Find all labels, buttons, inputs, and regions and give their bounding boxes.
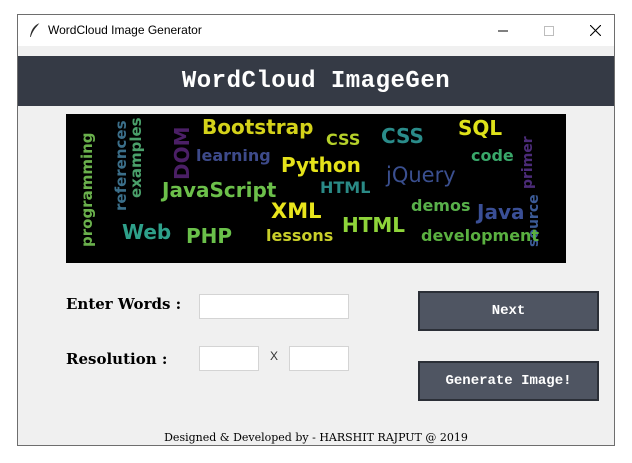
word-python: Python (281, 153, 361, 177)
resolution-height-input[interactable] (289, 346, 349, 371)
maximize-button[interactable] (526, 15, 572, 46)
generate-image-button[interactable]: Generate Image! (418, 361, 599, 401)
wordcloud-preview-image: programming references examples DOM Boot… (66, 114, 566, 263)
close-button[interactable] (572, 15, 614, 46)
word-jquery: jQuery (386, 163, 456, 187)
word-html-small: HTML (320, 178, 371, 197)
word-css-large: CSS (381, 124, 424, 148)
word-html-large: HTML (342, 213, 406, 237)
resolution-label: Resolution : (66, 350, 168, 368)
word-learning: learning (196, 146, 271, 165)
header-banner: WordCloud ImageGen (18, 56, 614, 106)
next-button[interactable]: Next (418, 291, 599, 331)
word-primer: primer (520, 136, 536, 189)
word-bootstrap: Bootstrap (202, 115, 314, 139)
footer-credit: Designed & Developed by - HARSHIT RAJPUT… (164, 431, 468, 444)
word-xml: XML (271, 199, 322, 223)
word-web: Web (122, 220, 172, 244)
window-title: WordCloud Image Generator (48, 23, 202, 37)
word-development: development (421, 226, 540, 245)
app-heading: WordCloud ImageGen (181, 67, 451, 95)
resolution-separator: X (270, 349, 279, 363)
word-examples: examples (127, 117, 145, 198)
word-javascript: JavaScript (162, 178, 277, 202)
minimize-button[interactable] (480, 15, 526, 46)
word-sql: SQL (458, 116, 503, 140)
maximize-icon (544, 25, 554, 36)
close-icon (589, 25, 601, 36)
word-demos: demos (411, 196, 471, 215)
app-window: WordCloud Image Generator WordCloud Imag… (17, 14, 615, 446)
word-java: Java (477, 200, 525, 224)
feather-icon (28, 22, 42, 39)
word-php: PHP (186, 224, 233, 248)
word-code: code (471, 146, 514, 165)
word-css-small: CSS (326, 130, 361, 149)
words-input[interactable] (199, 294, 349, 319)
word-dom: DOM (170, 126, 194, 180)
minimize-icon (498, 30, 508, 31)
word-lessons: lessons (266, 226, 334, 245)
word-programming: programming (78, 132, 96, 247)
resolution-width-input[interactable] (199, 346, 259, 371)
enter-words-label: Enter Words : (66, 295, 182, 313)
title-bar[interactable]: WordCloud Image Generator (18, 15, 614, 46)
